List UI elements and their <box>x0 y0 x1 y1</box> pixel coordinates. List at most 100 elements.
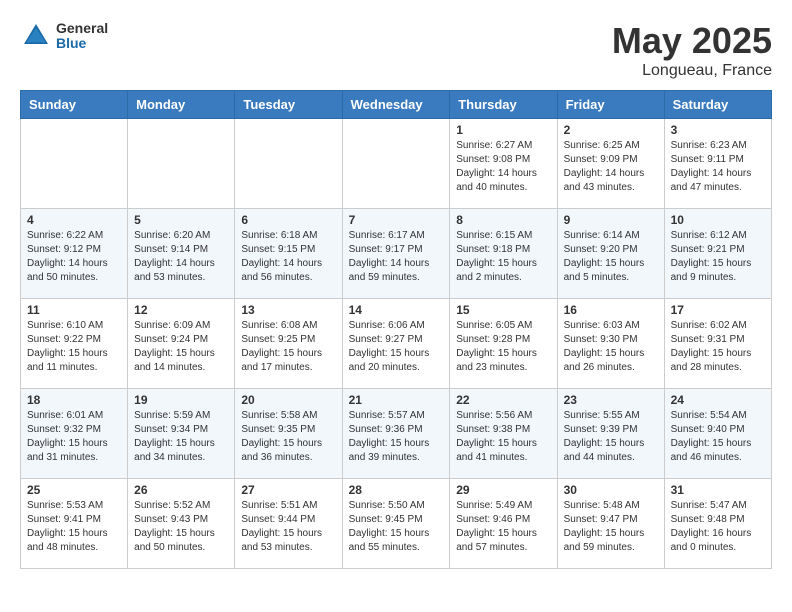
day-number: 30 <box>564 483 658 497</box>
calendar-cell: 15 Sunrise: 6:05 AM Sunset: 9:28 PM Dayli… <box>450 299 557 389</box>
day-number: 9 <box>564 213 658 227</box>
calendar-cell: 16Sunrise: 6:03 AM Sunset: 9:30 PM Dayli… <box>557 299 664 389</box>
calendar-cell: 30 Sunrise: 5:48 AM Sunset: 9:47 PM Dayli… <box>557 479 664 569</box>
day-info: Sunrise: 5:47 AM Sunset: 9:48 PM Dayligh… <box>671 499 765 555</box>
day-number: 12 <box>134 303 228 317</box>
calendar-cell: 13Sunrise: 6:08 AM Sunset: 9:25 PM Dayli… <box>235 299 342 389</box>
day-number: 6 <box>241 213 335 227</box>
day-number: 15 <box>456 303 550 317</box>
calendar-cell: 22Sunrise: 5:56 AM Sunset: 9:38 PM Dayli… <box>450 389 557 479</box>
title-area: May 2025 Longueau, France <box>612 20 772 80</box>
day-info: Sunrise: 5:48 AM Sunset: 9:47 PM Dayligh… <box>564 499 658 555</box>
day-info: Sunrise: 6:15 AM Sunset: 9:18 PM Dayligh… <box>456 229 550 285</box>
calendar-cell: 29 Sunrise: 5:49 AM Sunset: 9:46 PM Dayli… <box>450 479 557 569</box>
day-number: 21 <box>349 393 444 407</box>
calendar-cell <box>235 119 342 209</box>
day-info: Sunrise: 6:18 AM Sunset: 9:15 PM Dayligh… <box>241 229 335 285</box>
logo-text: General Blue <box>56 21 108 52</box>
calendar-subtitle: Longueau, France <box>612 62 772 80</box>
day-info: Sunrise: 6:10 AM Sunset: 9:22 PM Dayligh… <box>27 319 121 375</box>
day-info: Sunrise: 6:09 AM Sunset: 9:24 PM Dayligh… <box>134 319 228 375</box>
day-number: 20 <box>241 393 335 407</box>
calendar-cell: 26 Sunrise: 5:52 AM Sunset: 9:43 PM Dayli… <box>128 479 235 569</box>
calendar-cell: 6 Sunrise: 6:18 AM Sunset: 9:15 PM Daylig… <box>235 209 342 299</box>
day-number: 8 <box>456 213 550 227</box>
day-info: Sunrise: 5:54 AM Sunset: 9:40 PM Dayligh… <box>671 409 765 465</box>
day-number: 7 <box>349 213 444 227</box>
day-number: 29 <box>456 483 550 497</box>
calendar-cell: 10 Sunrise: 6:12 AM Sunset: 9:21 PM Dayli… <box>664 209 771 299</box>
day-info: Sunrise: 6:20 AM Sunset: 9:14 PM Dayligh… <box>134 229 228 285</box>
day-number: 16 <box>564 303 658 317</box>
calendar-cell: 23 Sunrise: 5:55 AM Sunset: 9:39 PM Dayli… <box>557 389 664 479</box>
calendar-cell <box>342 119 450 209</box>
calendar-cell: 27 Sunrise: 5:51 AM Sunset: 9:44 PM Dayli… <box>235 479 342 569</box>
header-cell-friday: Friday <box>557 91 664 119</box>
calendar-cell: 25 Sunrise: 5:53 AM Sunset: 9:41 PM Dayli… <box>21 479 128 569</box>
day-info: Sunrise: 5:49 AM Sunset: 9:46 PM Dayligh… <box>456 499 550 555</box>
day-number: 5 <box>134 213 228 227</box>
day-info: Sunrise: 5:51 AM Sunset: 9:44 PM Dayligh… <box>241 499 335 555</box>
logo-general-text: General <box>56 21 108 36</box>
calendar-cell <box>128 119 235 209</box>
header-cell-tuesday: Tuesday <box>235 91 342 119</box>
day-info: Sunrise: 5:52 AM Sunset: 9:43 PM Dayligh… <box>134 499 228 555</box>
week-row-5: 25 Sunrise: 5:53 AM Sunset: 9:41 PM Dayli… <box>21 479 772 569</box>
day-info: Sunrise: 5:50 AM Sunset: 9:45 PM Dayligh… <box>349 499 444 555</box>
header-row: SundayMondayTuesdayWednesdayThursdayFrid… <box>21 91 772 119</box>
day-info: Sunrise: 6:27 AM Sunset: 9:08 PM Dayligh… <box>456 139 550 195</box>
logo: General Blue <box>20 20 108 52</box>
day-number: 31 <box>671 483 765 497</box>
day-number: 19 <box>134 393 228 407</box>
header-cell-wednesday: Wednesday <box>342 91 450 119</box>
calendar-cell: 3 Sunrise: 6:23 AM Sunset: 9:11 PM Daylig… <box>664 119 771 209</box>
calendar-header: SundayMondayTuesdayWednesdayThursdayFrid… <box>21 91 772 119</box>
day-number: 14 <box>349 303 444 317</box>
header-cell-thursday: Thursday <box>450 91 557 119</box>
day-info: Sunrise: 5:56 AM Sunset: 9:38 PM Dayligh… <box>456 409 550 465</box>
header-cell-saturday: Saturday <box>664 91 771 119</box>
day-info: Sunrise: 6:17 AM Sunset: 9:17 PM Dayligh… <box>349 229 444 285</box>
calendar-title: May 2025 <box>612 20 772 62</box>
day-number: 3 <box>671 123 765 137</box>
day-number: 4 <box>27 213 121 227</box>
week-row-3: 11 Sunrise: 6:10 AM Sunset: 9:22 PM Dayli… <box>21 299 772 389</box>
day-number: 2 <box>564 123 658 137</box>
day-number: 23 <box>564 393 658 407</box>
calendar-cell: 24 Sunrise: 5:54 AM Sunset: 9:40 PM Dayli… <box>664 389 771 479</box>
calendar-cell: 2Sunrise: 6:25 AM Sunset: 9:09 PM Daylig… <box>557 119 664 209</box>
day-info: Sunrise: 5:55 AM Sunset: 9:39 PM Dayligh… <box>564 409 658 465</box>
week-row-4: 18 Sunrise: 6:01 AM Sunset: 9:32 PM Dayli… <box>21 389 772 479</box>
calendar-cell: 7 Sunrise: 6:17 AM Sunset: 9:17 PM Daylig… <box>342 209 450 299</box>
calendar-cell: 12 Sunrise: 6:09 AM Sunset: 9:24 PM Dayli… <box>128 299 235 389</box>
calendar-cell: 28 Sunrise: 5:50 AM Sunset: 9:45 PM Dayli… <box>342 479 450 569</box>
day-number: 18 <box>27 393 121 407</box>
logo-blue-text: Blue <box>56 36 108 51</box>
day-info: Sunrise: 5:53 AM Sunset: 9:41 PM Dayligh… <box>27 499 121 555</box>
day-info: Sunrise: 6:01 AM Sunset: 9:32 PM Dayligh… <box>27 409 121 465</box>
header-cell-sunday: Sunday <box>21 91 128 119</box>
day-number: 11 <box>27 303 121 317</box>
day-number: 28 <box>349 483 444 497</box>
calendar-cell: 17Sunrise: 6:02 AM Sunset: 9:31 PM Dayli… <box>664 299 771 389</box>
day-info: Sunrise: 6:23 AM Sunset: 9:11 PM Dayligh… <box>671 139 765 195</box>
calendar-cell: 4Sunrise: 6:22 AM Sunset: 9:12 PM Daylig… <box>21 209 128 299</box>
day-info: Sunrise: 5:59 AM Sunset: 9:34 PM Dayligh… <box>134 409 228 465</box>
day-info: Sunrise: 6:12 AM Sunset: 9:21 PM Dayligh… <box>671 229 765 285</box>
calendar-cell: 1 Sunrise: 6:27 AM Sunset: 9:08 PM Daylig… <box>450 119 557 209</box>
day-number: 13 <box>241 303 335 317</box>
header: General Blue May 2025 Longueau, France <box>20 20 772 80</box>
day-number: 10 <box>671 213 765 227</box>
day-number: 1 <box>456 123 550 137</box>
logo-icon <box>20 20 52 52</box>
day-number: 24 <box>671 393 765 407</box>
calendar-cell <box>21 119 128 209</box>
day-info: Sunrise: 6:05 AM Sunset: 9:28 PM Dayligh… <box>456 319 550 375</box>
calendar-table: SundayMondayTuesdayWednesdayThursdayFrid… <box>20 90 772 569</box>
calendar-cell: 21Sunrise: 5:57 AM Sunset: 9:36 PM Dayli… <box>342 389 450 479</box>
day-number: 27 <box>241 483 335 497</box>
day-number: 25 <box>27 483 121 497</box>
day-number: 26 <box>134 483 228 497</box>
calendar-cell: 31 Sunrise: 5:47 AM Sunset: 9:48 PM Dayli… <box>664 479 771 569</box>
calendar-cell: 18 Sunrise: 6:01 AM Sunset: 9:32 PM Dayli… <box>21 389 128 479</box>
